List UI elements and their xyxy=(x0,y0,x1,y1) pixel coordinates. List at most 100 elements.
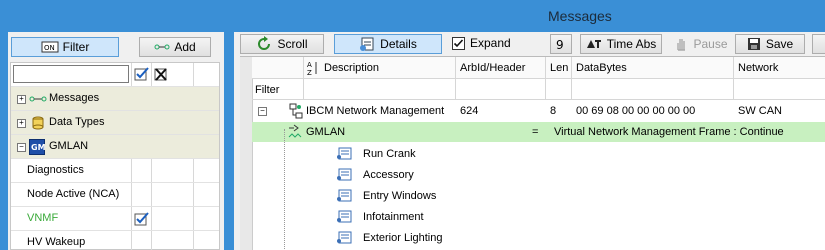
signal-icon xyxy=(337,231,352,244)
overflow-button[interactable] xyxy=(812,34,825,54)
tree-label: Data Types xyxy=(49,116,105,128)
checkbox-checked-icon[interactable] xyxy=(452,36,465,50)
column-header-label: DataBytes xyxy=(576,62,627,74)
time-abs-button[interactable]: Time Abs xyxy=(580,34,662,54)
signal-row[interactable]: Run Crank xyxy=(336,144,636,165)
tree-node-node-active[interactable]: Node Active (NCA) xyxy=(11,183,219,207)
expand-checkbox[interactable]: Expand xyxy=(452,36,511,50)
scroll-button[interactable]: Scroll xyxy=(240,34,324,54)
equals-sign: = xyxy=(532,126,539,138)
hex-nine-icon: 9 xyxy=(556,38,564,51)
message-row[interactable]: − IBCM Network Management 624 8 00 69 08… xyxy=(252,100,825,122)
filter-cell-description[interactable] xyxy=(304,79,456,100)
gmlan-decode-row[interactable]: GMLAN = Virtual Network Management Frame… xyxy=(252,122,825,142)
signal-row[interactable]: Entry Windows xyxy=(336,186,636,207)
gm-logo-icon: GM xyxy=(29,139,45,155)
tree-label: GMLAN xyxy=(49,140,89,152)
hex-toggle-button[interactable]: 9 xyxy=(550,34,572,54)
column-header-label: Network xyxy=(738,62,779,74)
signal-row[interactable]: Accessory xyxy=(336,165,636,186)
sort-az-icon[interactable]: AZ xyxy=(307,60,319,76)
splitter[interactable] xyxy=(224,32,234,250)
save-label: Save xyxy=(765,37,794,51)
tree-node-hv-wakeup[interactable]: HV Wakeup xyxy=(11,231,219,250)
column-header-description[interactable]: AZ Description xyxy=(304,57,456,79)
filter-icon: ON xyxy=(41,41,59,53)
add-button[interactable]: Add xyxy=(139,37,211,57)
collapse-toggle[interactable]: − xyxy=(17,143,26,152)
signal-icon xyxy=(337,189,352,202)
uncheck-all-icon[interactable] xyxy=(154,67,170,81)
tree-node-data-types[interactable]: + Data Types xyxy=(11,111,219,135)
filter-cell-network[interactable] xyxy=(734,79,825,100)
messages-grid: AZ Description ArbId/Header Len DataByte… xyxy=(240,56,825,250)
tree-label: HV Wakeup xyxy=(27,236,86,248)
filter-button[interactable]: ON Filter xyxy=(11,37,119,57)
signal-row[interactable]: Exterior Lighting xyxy=(336,228,636,249)
filter-panel: ON Filter Add + Messages + Data Types − … xyxy=(8,32,224,250)
column-header-databytes[interactable]: DataBytes xyxy=(572,57,734,79)
refresh-icon xyxy=(258,36,271,50)
signal-name: Run Crank xyxy=(363,148,416,160)
collapse-toggle[interactable]: − xyxy=(258,107,267,116)
tree-node-gmlan[interactable]: − GM GMLAN xyxy=(11,135,219,159)
filter-search-input[interactable] xyxy=(13,65,129,83)
signal-name: Infotainment xyxy=(363,211,424,223)
save-button[interactable]: Save xyxy=(735,34,805,54)
gmlan-label: GMLAN xyxy=(306,126,346,138)
pause-label: Pause xyxy=(693,37,728,51)
expand-toggle[interactable]: + xyxy=(17,95,26,104)
tree-label: VNMF xyxy=(27,212,59,224)
signal-name: Entry Windows xyxy=(363,190,437,202)
column-header-len[interactable]: Len xyxy=(546,57,572,79)
tree-node-messages[interactable]: + Messages xyxy=(11,87,219,111)
tree-node-vnmf[interactable]: VNMF xyxy=(11,207,219,231)
message-network: SW CAN xyxy=(738,105,782,117)
check-all-icon[interactable] xyxy=(134,67,150,81)
expand-toggle[interactable]: + xyxy=(17,119,26,128)
title-bar: Messages xyxy=(234,0,825,32)
tree-label: Diagnostics xyxy=(27,164,84,176)
svg-text:GM: GM xyxy=(31,143,45,152)
svg-text:Z: Z xyxy=(307,69,312,76)
filter-cell-len[interactable] xyxy=(546,79,572,100)
database-icon xyxy=(32,116,44,130)
column-header-network[interactable]: Network xyxy=(734,57,825,79)
hand-icon xyxy=(677,39,686,51)
gmlan-value: Virtual Network Management Frame : Conti… xyxy=(554,126,784,138)
signal-icon xyxy=(337,210,352,223)
waveform-icon xyxy=(288,124,302,138)
add-node-icon xyxy=(154,44,170,50)
filter-button-label: Filter xyxy=(62,40,90,54)
pause-button[interactable]: Pause xyxy=(670,34,732,54)
tree-node-diagnostics[interactable]: Diagnostics xyxy=(11,159,219,183)
expand-label: Expand xyxy=(470,36,511,50)
expand-column-header xyxy=(252,57,304,79)
signal-name: Exterior Lighting xyxy=(363,232,443,244)
message-description: IBCM Network Management xyxy=(306,105,445,117)
column-header-label: ArbId/Header xyxy=(460,62,526,74)
scroll-label: Scroll xyxy=(277,37,308,51)
filter-cell-arbid[interactable] xyxy=(456,79,546,100)
svg-text:9: 9 xyxy=(556,38,564,51)
add-button-label: Add xyxy=(174,40,196,54)
column-header-label: Len xyxy=(550,62,569,74)
details-label: Details xyxy=(380,37,417,51)
signal-name: Accessory xyxy=(363,169,414,181)
checked-checkbox-icon[interactable] xyxy=(134,212,150,226)
filter-cell-databytes[interactable] xyxy=(572,79,734,100)
tree-label: Messages xyxy=(49,92,100,104)
filter-search-row xyxy=(11,63,219,87)
app-window: Messages ON Filter Add + Messages + Data… xyxy=(0,0,825,250)
message-len: 8 xyxy=(550,105,557,117)
window-title: Messages xyxy=(548,8,612,24)
tree-label: Node Active (NCA) xyxy=(27,188,120,200)
details-button[interactable]: Details xyxy=(334,34,442,54)
column-header-arbid[interactable]: ArbId/Header xyxy=(456,57,546,79)
save-icon xyxy=(747,38,760,50)
signal-row[interactable]: Infotainment xyxy=(336,207,636,228)
signal-icon xyxy=(337,168,352,181)
svg-text:ON: ON xyxy=(44,44,55,52)
time-icon xyxy=(586,40,601,48)
svg-text:A: A xyxy=(307,61,312,69)
